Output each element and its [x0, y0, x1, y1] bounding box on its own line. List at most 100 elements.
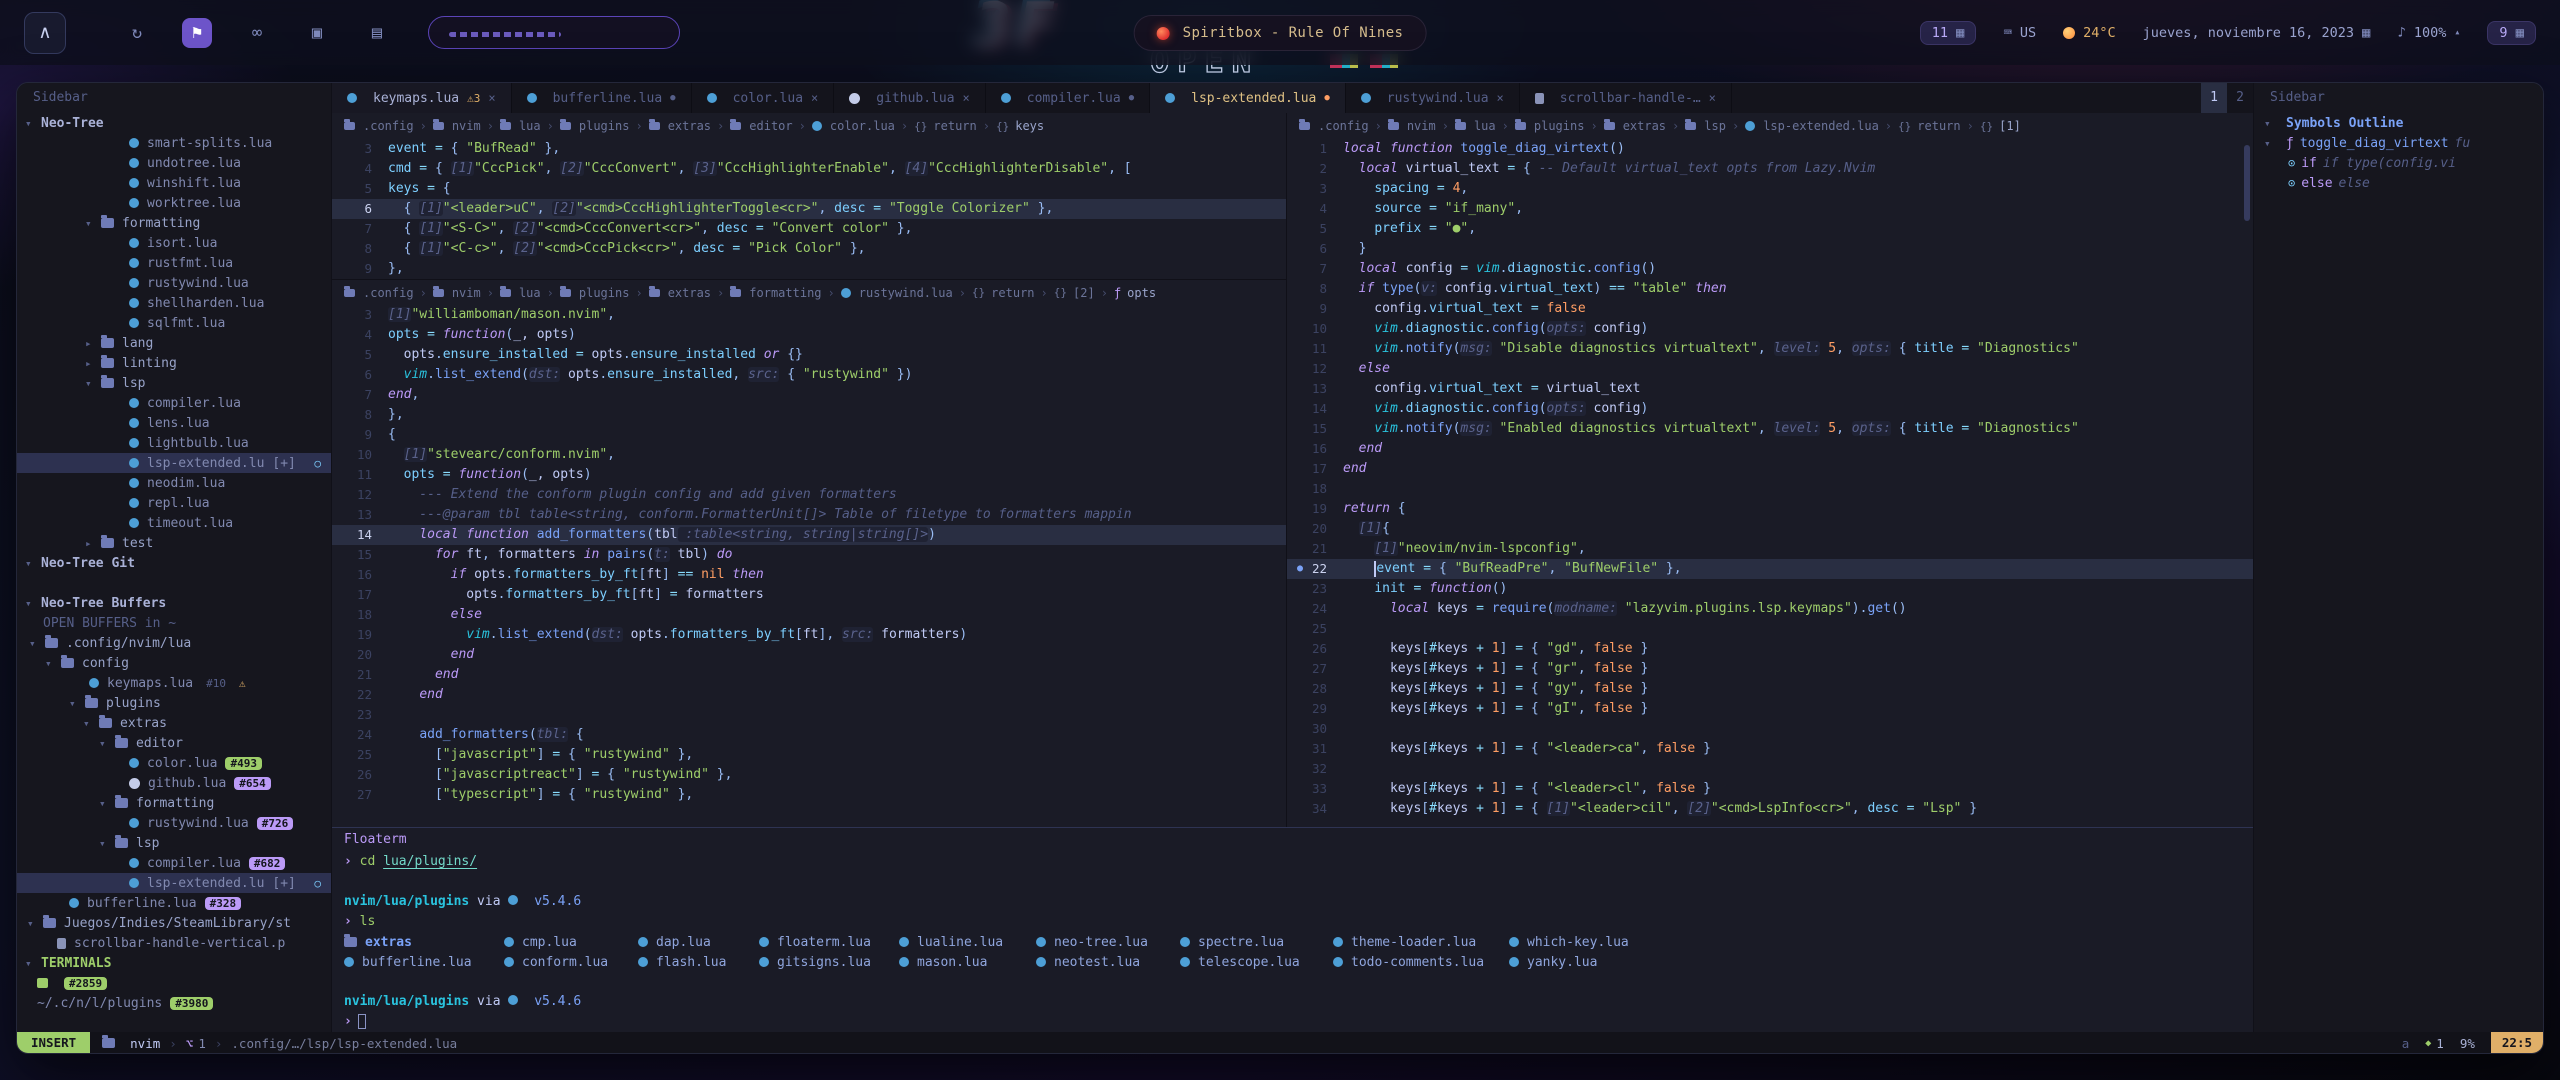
tab-color-lua[interactable]: color.lua× [692, 83, 835, 113]
tree-item[interactable]: color.lua#493 [17, 753, 331, 773]
tree-item[interactable]: ▸test [17, 533, 331, 553]
flag-icon[interactable]: ⚑ [182, 18, 212, 48]
tree-item[interactable]: lightbulb.lua [17, 433, 331, 453]
power-icon[interactable]: ↻ [122, 18, 152, 48]
code-line[interactable]: 7end, [332, 385, 1286, 405]
code-line[interactable]: 4opts = function(_, opts) [332, 325, 1286, 345]
code-line[interactable]: 28 keys[#keys + 1] = { "gy", false } [1287, 679, 2253, 699]
tree-item[interactable]: sqlfmt.lua [17, 313, 331, 333]
tree-item[interactable]: ▾config [17, 653, 331, 673]
code-line[interactable]: 5keys = { [332, 179, 1286, 199]
code-line[interactable]: 9{ [332, 425, 1286, 445]
code-line[interactable]: 20 [1]{ [1287, 519, 2253, 539]
neotree-section-header[interactable]: ▾Neo-Tree Git [17, 553, 331, 573]
code-line[interactable]: 34 keys[#keys + 1] = { [1]"<leader>cil",… [1287, 799, 2253, 819]
launcher-button[interactable]: ∧ [24, 12, 66, 54]
code-line[interactable]: 27 keys[#keys + 1] = { "gr", false } [1287, 659, 2253, 679]
tabpage-number[interactable]: 2 [2227, 83, 2253, 113]
code-line[interactable]: 23 init = function() [1287, 579, 2253, 599]
tree-item[interactable]: ▾formatting [17, 793, 331, 813]
tab-compiler-lua[interactable]: compiler.lua● [986, 83, 1150, 113]
tree-item[interactable]: ▾editor [17, 733, 331, 753]
code-line[interactable]: 15 for ft, formatters in pairs(t: tbl) d… [332, 545, 1286, 565]
code-line[interactable]: 6 vim.list_extend(dst: opts.ensure_insta… [332, 365, 1286, 385]
code-line[interactable]: 12 --- Extend the conform plugin config … [332, 485, 1286, 505]
code-line[interactable]: 6 { [1]"<leader>uC", [2]"<cmd>CccHighlig… [332, 199, 1286, 219]
tree-item[interactable]: ▾Juegos/Indies/SteamLibrary/st [17, 913, 331, 933]
tree-item[interactable]: smart-splits.lua [17, 133, 331, 153]
code-line[interactable]: 9}, [332, 259, 1286, 279]
code-line[interactable]: 18 else [332, 605, 1286, 625]
tree-item[interactable]: rustfmt.lua [17, 253, 331, 273]
code-line[interactable]: 16 if opts.formatters_by_ft[ft] == nil t… [332, 565, 1286, 585]
close-icon[interactable]: × [963, 91, 970, 105]
weather-widget[interactable]: 24°C [2063, 25, 2116, 41]
code-line[interactable]: 5 prefix = "●", [1287, 219, 2253, 239]
code-line[interactable]: ●22 event = { "BufReadPre", "BufNewFile"… [1287, 559, 2253, 579]
tab-scrollbar-handle-[interactable]: scrollbar-handle-…× [1520, 83, 1732, 113]
tree-item[interactable]: lsp-extended.lu[+]○ [17, 453, 331, 473]
tree-item[interactable]: repl.lua [17, 493, 331, 513]
code-line[interactable]: 2 local virtual_text = { -- Default virt… [1287, 159, 2253, 179]
clock-date[interactable]: jueves, noviembre 16, 2023 ▦ [2143, 25, 2371, 41]
code-line[interactable]: 8}, [332, 405, 1286, 425]
tree-item[interactable]: OPEN BUFFERS in ~ [17, 613, 331, 633]
tab-rustywind-lua[interactable]: rustywind.lua× [1346, 83, 1520, 113]
tree-item[interactable]: compiler.lua [17, 393, 331, 413]
code-line[interactable]: 15 vim.notify(msg: "Enabled diagnostics … [1287, 419, 2253, 439]
tree-item[interactable]: lsp-extended.lu[+]○ [17, 873, 331, 893]
tree-item[interactable]: compiler.lua#682 [17, 853, 331, 873]
tree-item[interactable]: ▾lsp [17, 833, 331, 853]
notes-icon[interactable]: ▤ [362, 18, 392, 48]
code-line[interactable]: 1local function toggle_diag_virtext() [1287, 139, 2253, 159]
code-line[interactable]: 13 ---@param tbl table<string, conform.F… [332, 505, 1286, 525]
code-line[interactable]: 6 } [1287, 239, 2253, 259]
scrollbar[interactable] [2244, 145, 2250, 221]
volume-widget[interactable]: ♪ 100% ▴ [2397, 25, 2460, 41]
code-line[interactable]: 8 { [1]"<C-c>", [2]"<cmd>CccPick<cr>", d… [332, 239, 1286, 259]
keyboard-layout[interactable]: ⌨ US [2003, 25, 2036, 41]
floaterm-panel[interactable]: Floaterm › cd lua/plugins/nvim/lua/plugi… [332, 827, 2253, 1032]
symbol-item[interactable]: ⊙ifif type(config.vi [2254, 153, 2543, 173]
tree-item[interactable]: github.lua#654 [17, 773, 331, 793]
code-line[interactable]: 24 local keys = require(modname: "lazyvi… [1287, 599, 2253, 619]
pane-right[interactable]: .config›nvim›lua›plugins›extras›lsp›lsp-… [1287, 113, 2253, 819]
tree-item[interactable]: isort.lua [17, 233, 331, 253]
breadcrumb[interactable]: .config›nvim›lua›plugins›extras›formatti… [332, 279, 1286, 305]
code-line[interactable]: 17 opts.formatters_by_ft[ft] = formatter… [332, 585, 1286, 605]
code-line[interactable]: 19return { [1287, 499, 2253, 519]
breadcrumb[interactable]: .config›nvim›lua›plugins›extras›lsp›lsp-… [1287, 113, 2253, 139]
code-line[interactable]: 5 opts.ensure_installed = opts.ensure_in… [332, 345, 1286, 365]
tree-item[interactable]: undotree.lua [17, 153, 331, 173]
neotree-section-header[interactable]: ▾TERMINALS [17, 953, 331, 973]
tree-item[interactable]: shellharden.lua [17, 293, 331, 313]
breadcrumb[interactable]: .config›nvim›lua›plugins›extras›editor›c… [332, 113, 1286, 139]
code-line[interactable]: 27 ["typescript"] = { "rustywind" }, [332, 785, 1286, 805]
tree-item[interactable]: ▾.config/nvim/lua [17, 633, 331, 653]
tree-item[interactable]: ▾formatting [17, 213, 331, 233]
code-line[interactable]: 8 if type(v: config.virtual_text) == "ta… [1287, 279, 2253, 299]
music-widget[interactable]: Spiritbox - Rule Of Nines [1134, 15, 1427, 51]
code-line[interactable]: 3[1]"williamboman/mason.nvim", [332, 305, 1286, 325]
close-icon[interactable]: × [1709, 91, 1716, 105]
code-line[interactable]: 14 local function add_formatters(tbl :ta… [332, 525, 1286, 545]
code-line[interactable]: 19 vim.list_extend(dst: opts.formatters_… [332, 625, 1286, 645]
tree-item[interactable]: ▸lang [17, 333, 331, 353]
tree-item[interactable]: ▾plugins [17, 693, 331, 713]
tree-item[interactable]: keymaps.lua#10⚠ [17, 673, 331, 693]
tree-item[interactable]: lens.lua [17, 413, 331, 433]
window-count-badge[interactable]: 11 ▦ [1920, 21, 1977, 45]
close-icon[interactable]: × [488, 91, 495, 105]
tree-item[interactable]: scrollbar-handle-vertical.p [17, 933, 331, 953]
neotree-section-header[interactable]: ▾Neo-Tree [17, 113, 331, 133]
code-line[interactable]: 21 [1]"neovim/nvim-lspconfig", [1287, 539, 2253, 559]
code-line[interactable]: 30 [1287, 719, 2253, 739]
code-line[interactable]: 7 { [1]"<S-C>", [2]"<cmd>CccConvert<cr>"… [332, 219, 1286, 239]
code-line[interactable]: 25 [1287, 619, 2253, 639]
code-line[interactable]: 4 source = "if_many", [1287, 199, 2253, 219]
code-line[interactable]: 4cmd = { [1]"CccPick", [2]"CccConvert", … [332, 159, 1286, 179]
code-line[interactable]: 29 keys[#keys + 1] = { "gI", false } [1287, 699, 2253, 719]
tab-lsp-extended-lua[interactable]: lsp-extended.lua● [1150, 83, 1346, 113]
tree-item[interactable]: ▾lsp [17, 373, 331, 393]
tab-github-lua[interactable]: github.lua× [834, 83, 986, 113]
